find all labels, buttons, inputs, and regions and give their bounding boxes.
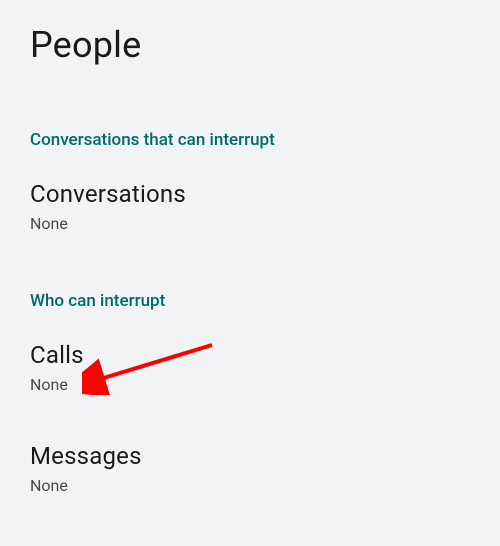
setting-calls-value: None bbox=[30, 375, 470, 394]
setting-conversations-title: Conversations bbox=[30, 180, 470, 208]
section-header-conversations: Conversations that can interrupt bbox=[0, 76, 500, 158]
setting-conversations[interactable]: Conversations None bbox=[0, 158, 500, 237]
setting-messages-title: Messages bbox=[30, 442, 470, 470]
section-header-who: Who can interrupt bbox=[0, 237, 500, 319]
setting-calls[interactable]: Calls None bbox=[0, 319, 500, 398]
setting-messages[interactable]: Messages None bbox=[0, 420, 500, 499]
setting-messages-value: None bbox=[30, 476, 470, 495]
setting-calls-title: Calls bbox=[30, 341, 470, 369]
page-title: People bbox=[0, 0, 500, 76]
setting-conversations-value: None bbox=[30, 214, 470, 233]
